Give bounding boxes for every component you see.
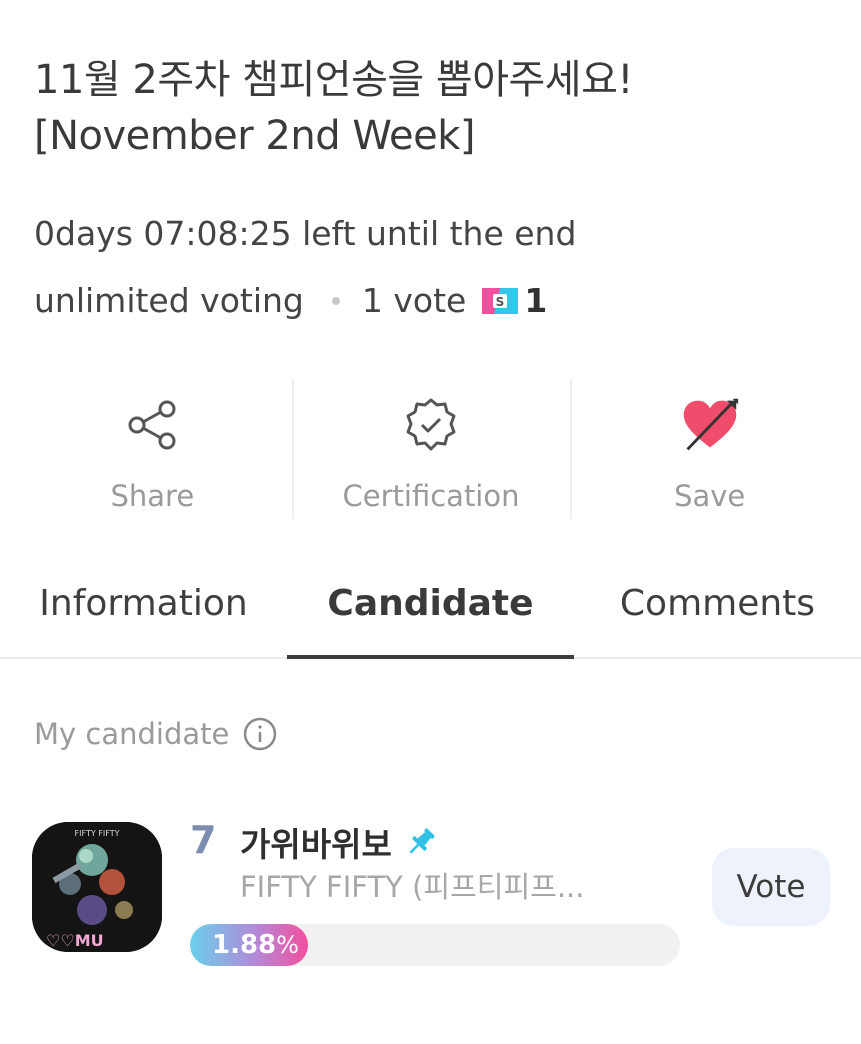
svg-text:S: S (496, 295, 505, 309)
share-button[interactable]: Share (13, 379, 292, 519)
vote-percentage-bar: 1.88% (190, 924, 680, 966)
separator-dot (331, 296, 340, 305)
title-line-korean: 11월 2주차 챔피언송을 뽑아주세요! (34, 57, 633, 103)
percent-sign: % (276, 931, 299, 959)
s-coin-icon: S (482, 287, 519, 314)
info-icon[interactable] (243, 717, 277, 751)
action-bar: Share Certification Save (13, 379, 849, 519)
certification-label: Certification (342, 479, 520, 513)
svg-text:♡♡MU: ♡♡MU (46, 931, 104, 950)
album-thumbnail: FIFTY FIFTY ♡♡MU (32, 822, 162, 952)
share-label: Share (110, 479, 195, 513)
my-candidate-label: My candidate (34, 717, 230, 751)
tab-information[interactable]: Information (0, 560, 287, 657)
save-button[interactable]: Save (570, 379, 849, 519)
my-candidate-heading: My candidate (34, 717, 277, 751)
candidate-row: FIFTY FIFTY ♡♡MU 7 가위바위보 FIFTY FIFTY (피프… (32, 818, 832, 972)
vote-cost-text: 1 vote (361, 281, 467, 320)
svg-text:FIFTY FIFTY: FIFTY FIFTY (75, 829, 120, 838)
percent-value: 1.88 (212, 930, 277, 960)
vote-percentage-text: 1.88% (212, 924, 299, 966)
candidate-artist: FIFTY FIFTY (피프티피프... (240, 870, 585, 904)
voting-info: unlimited voting 1 vote S 1 (34, 281, 547, 320)
save-label: Save (674, 479, 746, 513)
coin-amount: 1 (524, 281, 548, 320)
candidate-song: 가위바위보 (240, 818, 438, 866)
tab-candidate[interactable]: Candidate (287, 560, 574, 659)
pin-icon (404, 825, 438, 859)
heart-arrow-icon (680, 395, 740, 455)
page-title: 11월 2주차 챔피언송을 뽑아주세요! [November 2nd Week] (34, 52, 834, 164)
vote-button[interactable]: Vote (712, 848, 830, 926)
time-left-text: 0days 07:08:25 left until the end (34, 214, 577, 253)
tab-bar: Information Candidate Comments (0, 560, 861, 659)
title-line-english: [November 2nd Week] (34, 113, 476, 159)
voting-type-text: unlimited voting (34, 281, 304, 320)
tab-comments[interactable]: Comments (574, 560, 861, 657)
song-title: 가위바위보 (240, 825, 392, 864)
certification-badge-icon (401, 395, 461, 455)
certification-button[interactable]: Certification (291, 379, 571, 519)
share-icon (122, 395, 182, 455)
candidate-rank: 7 (190, 818, 217, 862)
